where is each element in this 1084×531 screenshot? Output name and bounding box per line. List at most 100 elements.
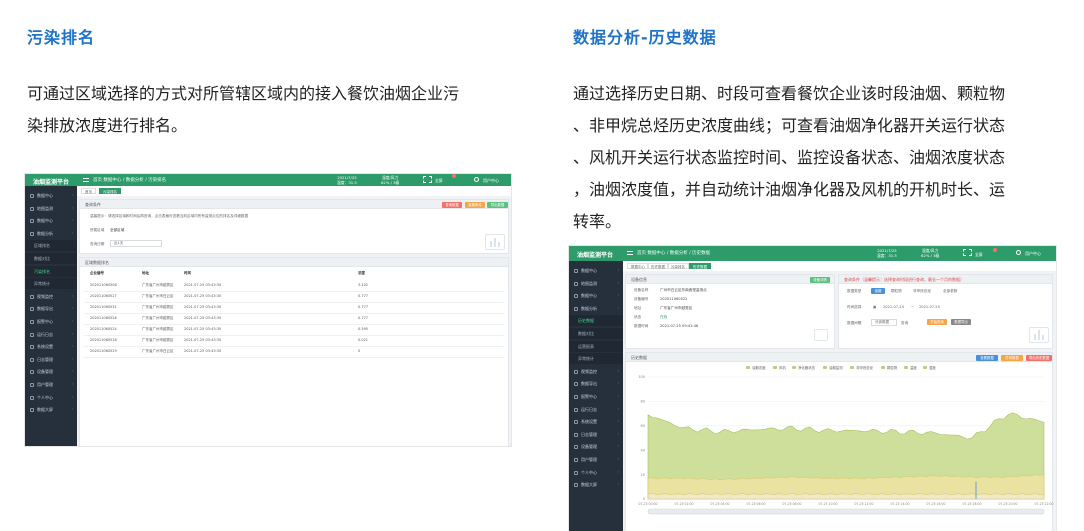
sidebar-item[interactable]: › 系统设置 bbox=[569, 416, 623, 427]
sidebar-item[interactable]: › 地图监测 bbox=[569, 278, 623, 289]
device-detail-button[interactable]: 设备详情 bbox=[810, 277, 830, 283]
sidebar-item[interactable]: 异常统计 bbox=[569, 353, 623, 365]
table-cell: 广东省广州市白云区 bbox=[142, 294, 174, 298]
user-icon[interactable] bbox=[1016, 250, 1021, 255]
sidebar-item[interactable]: › 数据中心 bbox=[25, 215, 77, 226]
fullscreen-icon[interactable] bbox=[963, 249, 972, 256]
sidebar-item[interactable]: › 用户管理 bbox=[569, 454, 623, 465]
notification-dot-icon[interactable] bbox=[452, 174, 456, 178]
sidebar-item[interactable]: › 视频监控 bbox=[569, 366, 623, 377]
sidebar-item[interactable]: 异常统计 bbox=[25, 278, 77, 290]
notification-dot-icon[interactable] bbox=[993, 248, 997, 252]
table-row-divider bbox=[84, 291, 504, 292]
sidebar-item[interactable]: 污染排名 bbox=[25, 265, 77, 277]
sidebar-item[interactable]: › 运行日志 bbox=[25, 329, 77, 340]
tab-history[interactable]: 历史数据 bbox=[647, 263, 669, 269]
column-header[interactable]: 地址 bbox=[142, 271, 149, 276]
sidebar-item[interactable]: › 设备管理 bbox=[569, 441, 623, 452]
reset-button[interactable]: 重置条件 bbox=[465, 202, 485, 208]
sidebar-item-label: 数据中心 bbox=[37, 193, 53, 198]
type-option-nmhc[interactable]: 非甲烷总烃 bbox=[913, 289, 931, 294]
sidebar-item[interactable]: › 报警中心 bbox=[569, 391, 623, 402]
sidebar-item[interactable]: 运营报表 bbox=[569, 340, 623, 352]
column-header[interactable]: 时间 bbox=[184, 271, 191, 276]
sidebar-item[interactable]: › 日志管理 bbox=[25, 354, 77, 365]
tab-history-active[interactable]: 历史数据 bbox=[689, 263, 711, 269]
zoom-slider bbox=[647, 508, 1045, 515]
table-row-divider bbox=[84, 346, 504, 347]
legend-label[interactable]: 净化器状态 bbox=[798, 365, 815, 370]
menu-icon[interactable] bbox=[627, 251, 633, 255]
calendar-icon[interactable]: ▣ bbox=[873, 305, 876, 309]
legend-label[interactable]: 油烟监测 bbox=[829, 365, 843, 370]
chevron-right-icon: › bbox=[617, 368, 619, 373]
sidebar-item[interactable]: › 数据中心 bbox=[569, 290, 623, 301]
sidebar-item[interactable]: › 个人中心 bbox=[569, 467, 623, 478]
sidebar-item[interactable]: › 数据大屏 bbox=[25, 404, 77, 415]
column-header[interactable]: 企业编号 bbox=[90, 271, 104, 276]
sidebar-item[interactable]: › 数据分析 bbox=[569, 303, 623, 314]
sidebar-item[interactable]: › 数据分析 bbox=[25, 228, 77, 239]
info-value: 2021-07-25 09:41:46 bbox=[660, 324, 699, 328]
legend-label[interactable]: 非甲烷总烃 bbox=[856, 365, 873, 370]
start-query-button[interactable]: 开始查询 bbox=[927, 319, 947, 325]
sidebar-item[interactable]: › 数据大屏 bbox=[569, 479, 623, 490]
tab-data-center[interactable]: 数据中心 bbox=[627, 263, 649, 269]
time-select[interactable]: 近1天 bbox=[110, 240, 162, 247]
type-option-smoke[interactable]: 油烟 bbox=[871, 288, 885, 294]
date-to[interactable]: 2021-07-25 bbox=[919, 305, 940, 309]
sidebar-item[interactable]: › 视频监控 bbox=[25, 291, 77, 302]
user-center-label[interactable]: 用户中心 bbox=[1025, 251, 1041, 257]
export-button[interactable]: 导出数据 bbox=[487, 202, 508, 208]
sidebar-item[interactable]: › 地图监测 bbox=[25, 203, 77, 214]
sidebar-item[interactable]: › 报警中心 bbox=[25, 316, 77, 327]
description-line: 可通过区域选择的方式对所管辖区域内的接入餐饮油烟企业污 bbox=[27, 84, 460, 103]
view-data-button[interactable]: 查看数据 bbox=[976, 355, 998, 361]
sidebar-item[interactable]: › 个人中心 bbox=[25, 392, 77, 403]
description-line: 、非甲烷总烃历史浓度曲线；可查看油烟净化器开关运行状态 bbox=[573, 116, 1006, 135]
date-from[interactable]: 2021-07-24 bbox=[883, 305, 904, 309]
info-label: 设备编号 bbox=[634, 297, 649, 301]
tab-ranking[interactable]: 污染排名 bbox=[667, 263, 689, 269]
x-tick-label: 07-25 16:00 bbox=[927, 502, 946, 506]
legend-label[interactable]: 风机 bbox=[779, 365, 786, 370]
fullscreen-icon[interactable] bbox=[423, 176, 432, 183]
sidebar-item[interactable]: 区域排名 bbox=[25, 240, 77, 252]
sidebar-item[interactable]: › 数据中心 bbox=[569, 265, 623, 276]
sidebar-item[interactable]: › 运行日志 bbox=[569, 404, 623, 415]
query-button[interactable]: 查询数据 bbox=[442, 202, 462, 208]
sidebar-item[interactable]: 数据对比 bbox=[25, 253, 77, 264]
x-tick-label: 07-25 06:00 bbox=[747, 502, 766, 506]
sidebar-item[interactable]: › 系统设置 bbox=[25, 341, 77, 352]
sidebar-item[interactable]: 数据对比 bbox=[569, 328, 623, 339]
export-history-button[interactable]: 导出历史数据 bbox=[1026, 355, 1052, 361]
legend-label[interactable]: 颗粒物 bbox=[887, 365, 897, 370]
sidebar-item[interactable]: › 用户管理 bbox=[25, 379, 77, 390]
export-data-button[interactable]: 数据导出 bbox=[951, 319, 971, 325]
sidebar-item[interactable]: › 数据中心 bbox=[25, 190, 77, 201]
tab-ranking[interactable]: 污染排名 bbox=[99, 188, 121, 194]
table-cell: 202011060524 bbox=[90, 327, 117, 331]
interval-select[interactable]: 分钟数据 bbox=[871, 319, 897, 326]
legend-label[interactable]: 湿度 bbox=[929, 365, 936, 370]
user-center-label[interactable]: 用户中心 bbox=[483, 178, 499, 184]
legend-label[interactable]: 温度 bbox=[910, 365, 917, 370]
tab-home[interactable]: 首页 bbox=[81, 188, 96, 194]
legend-label[interactable]: 油烟浓度 bbox=[752, 365, 766, 370]
sidebar-item[interactable]: › 数据导出 bbox=[25, 303, 77, 314]
sidebar-item[interactable]: 历史数据 bbox=[569, 315, 623, 327]
region-value[interactable]: 全部区域 bbox=[110, 228, 124, 233]
sidebar-item-label: 用户管理 bbox=[37, 382, 53, 387]
table-cell: 202011060527 bbox=[90, 294, 117, 298]
sidebar-item[interactable]: › 日志管理 bbox=[569, 429, 623, 440]
user-icon[interactable] bbox=[474, 177, 479, 182]
type-option-all[interactable]: 全部参数 bbox=[943, 289, 957, 294]
menu-item-icon bbox=[30, 357, 34, 362]
menu-icon[interactable] bbox=[83, 178, 89, 182]
sidebar-item[interactable]: › 数据导出 bbox=[569, 378, 623, 389]
column-header[interactable]: 浓度 bbox=[358, 271, 365, 276]
x-tick-label: 07-25 02:00 bbox=[675, 502, 694, 506]
type-option-particle[interactable]: 颗粒物 bbox=[891, 289, 902, 294]
sidebar-item[interactable]: › 设备管理 bbox=[25, 366, 77, 377]
print-report-button[interactable]: 打印报表 bbox=[1001, 355, 1023, 361]
